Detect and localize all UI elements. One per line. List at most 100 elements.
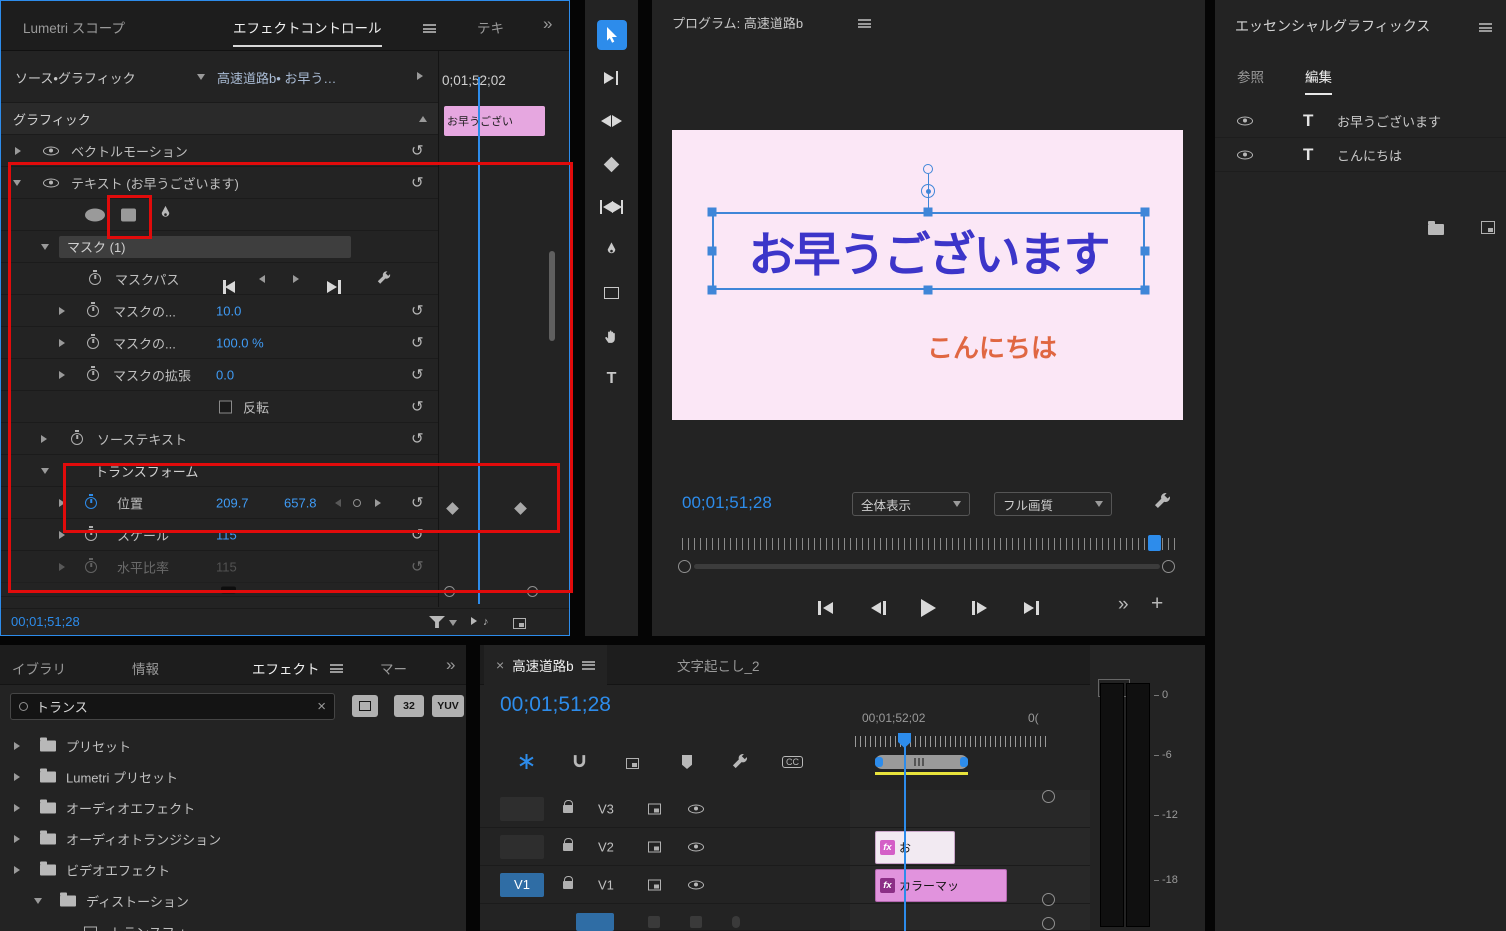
linked-selection-icon[interactable] bbox=[626, 758, 639, 769]
source-clip-name[interactable]: 高速道路b• お早う… bbox=[217, 68, 336, 87]
stopwatch-icon[interactable] bbox=[85, 528, 97, 541]
zoom-level-dropdown[interactable]: 全体表示 bbox=[852, 492, 970, 516]
tree-item-distortion[interactable]: ディストーション bbox=[0, 885, 466, 916]
pen-mask-tool-icon[interactable] bbox=[159, 205, 172, 224]
tree-item-audio-transitions[interactable]: オーディオトランジション bbox=[0, 823, 466, 854]
track-lock-icon[interactable] bbox=[563, 799, 573, 813]
effects-panel-menu-icon[interactable] bbox=[330, 664, 343, 673]
track-resize-handle[interactable] bbox=[1042, 917, 1055, 930]
track-resize-handle[interactable] bbox=[1042, 790, 1055, 803]
tree-item-video-effects[interactable]: ビデオエフェクト bbox=[0, 854, 466, 885]
keyframe-diamond[interactable] bbox=[514, 501, 527, 516]
text-selection-box[interactable] bbox=[712, 212, 1145, 290]
track-output-icon[interactable] bbox=[688, 880, 704, 889]
tab-sequence-2[interactable]: 文字起こし_2 bbox=[665, 645, 772, 685]
stopwatch-icon[interactable] bbox=[71, 432, 83, 445]
scrollbar-thumb[interactable] bbox=[549, 251, 555, 341]
add-button-icon[interactable]: + bbox=[1151, 592, 1163, 616]
tree-item-audio-effects[interactable]: オーディオエフェクト bbox=[0, 792, 466, 823]
tree-item-lumetri-presets[interactable]: Lumetri プリセット bbox=[0, 761, 466, 792]
track-lock-icon[interactable] bbox=[563, 837, 573, 851]
program-panel-menu-icon[interactable] bbox=[858, 19, 871, 28]
hand-tool-button[interactable] bbox=[597, 321, 627, 351]
timeline-clip-text[interactable]: fx お bbox=[875, 831, 955, 864]
track-label[interactable]: V2 bbox=[598, 839, 614, 854]
tab-effects[interactable]: エフェクト bbox=[252, 658, 320, 678]
track-mask-backward-icon[interactable] bbox=[259, 274, 265, 283]
new-layer-icon[interactable] bbox=[1481, 221, 1496, 234]
captions-icon[interactable]: CC bbox=[782, 756, 803, 768]
source-dropdown-icon[interactable] bbox=[197, 74, 205, 80]
lane-clip[interactable]: お早うござい bbox=[444, 106, 545, 136]
track-output-icon[interactable] bbox=[688, 842, 704, 851]
snap-toggle-icon[interactable] bbox=[518, 753, 535, 773]
effect-toggle-icon[interactable] bbox=[43, 178, 59, 187]
timeline-playhead-line[interactable] bbox=[904, 743, 906, 931]
track-targeting-icon[interactable] bbox=[648, 803, 661, 814]
go-to-in-button[interactable] bbox=[817, 600, 835, 616]
selection-handle[interactable] bbox=[923, 285, 933, 295]
track-targeting-icon[interactable] bbox=[648, 879, 661, 890]
twirl-icon[interactable] bbox=[15, 146, 21, 155]
tab-edit[interactable]: 編集 bbox=[1305, 66, 1332, 95]
sequence-menu-icon[interactable] bbox=[581, 660, 595, 670]
scrollbar-left-handle[interactable] bbox=[678, 560, 691, 573]
new-folder-icon[interactable] bbox=[1427, 221, 1444, 235]
program-scrollbar[interactable] bbox=[694, 564, 1160, 569]
twirl-icon[interactable] bbox=[59, 530, 65, 539]
stopwatch-icon[interactable] bbox=[85, 560, 97, 573]
mask-opacity-value[interactable]: 100.0 % bbox=[216, 335, 264, 350]
source-patch-empty[interactable] bbox=[500, 834, 544, 859]
tree-item-transform-effect[interactable]: トランスフォー bbox=[0, 916, 466, 931]
program-time-ruler[interactable] bbox=[682, 538, 1175, 550]
step-forward-button[interactable] bbox=[970, 600, 988, 616]
selection-handle[interactable] bbox=[1140, 207, 1150, 217]
source-next-icon[interactable] bbox=[417, 72, 423, 80]
twirl-icon[interactable] bbox=[14, 741, 20, 750]
tab-overflow-icon[interactable]: » bbox=[446, 655, 455, 675]
layer-visibility-icon[interactable] bbox=[1237, 150, 1253, 159]
work-area-right-handle[interactable] bbox=[960, 757, 968, 767]
effect-panel-playhead[interactable] bbox=[478, 77, 480, 604]
rectangle-tool-button[interactable] bbox=[597, 278, 627, 308]
essential-graphics-menu-icon[interactable] bbox=[1479, 23, 1492, 32]
selection-handle[interactable] bbox=[1140, 285, 1150, 295]
track-select-forward-tool-button[interactable] bbox=[597, 63, 627, 93]
track-targeting-icon[interactable] bbox=[648, 841, 661, 852]
export-frame-icon[interactable] bbox=[513, 618, 526, 629]
selection-handle[interactable] bbox=[923, 207, 933, 217]
clear-search-icon[interactable]: × bbox=[317, 698, 326, 715]
go-to-out-button[interactable] bbox=[1022, 600, 1040, 616]
twirl-icon[interactable] bbox=[41, 434, 47, 443]
tab-sequence-active[interactable]: × 高速道路b bbox=[484, 645, 607, 685]
add-marker-icon[interactable] bbox=[682, 755, 692, 769]
timeline-clip-color-matte[interactable]: fx カラーマッ bbox=[875, 869, 1007, 902]
horizontal-scale-value[interactable]: 115 bbox=[216, 559, 237, 574]
tab-text-panel[interactable]: テキ bbox=[477, 17, 504, 37]
collapse-icon[interactable] bbox=[419, 115, 427, 122]
magnet-snap-icon[interactable] bbox=[572, 754, 587, 772]
tab-library[interactable]: イブラリ bbox=[12, 658, 66, 678]
twirl-icon[interactable] bbox=[59, 338, 65, 347]
selection-handle[interactable] bbox=[707, 246, 717, 256]
tree-item-presets[interactable]: プリセット bbox=[0, 730, 466, 761]
track-label[interactable]: V1 bbox=[598, 877, 614, 892]
program-settings-icon[interactable] bbox=[1154, 492, 1171, 512]
twirl-icon[interactable] bbox=[59, 306, 65, 315]
keyframe-diamond[interactable] bbox=[446, 501, 459, 516]
track-output-icon[interactable] bbox=[688, 804, 704, 813]
layer-visibility-icon[interactable] bbox=[1237, 116, 1253, 125]
filter-dropdown-icon[interactable] bbox=[449, 620, 457, 626]
twirl-icon[interactable] bbox=[59, 370, 65, 379]
layer-name[interactable]: お早うございます bbox=[1337, 111, 1441, 130]
stopwatch-icon[interactable] bbox=[89, 272, 101, 285]
layer-name[interactable]: こんにちは bbox=[1337, 145, 1402, 164]
rectangle-mask-tool-icon[interactable] bbox=[121, 208, 136, 221]
tab-browse[interactable]: 参照 bbox=[1237, 66, 1264, 86]
solo-button[interactable] bbox=[690, 916, 702, 929]
layer-row[interactable]: T こんにちは bbox=[1215, 138, 1506, 172]
reset-icon[interactable]: ↺ bbox=[411, 143, 424, 158]
timeline-timecode[interactable]: 00;01;51;28 bbox=[500, 693, 611, 717]
yuv-filter-badge[interactable]: YUV bbox=[432, 695, 464, 717]
ripple-edit-tool-button[interactable] bbox=[597, 106, 627, 136]
